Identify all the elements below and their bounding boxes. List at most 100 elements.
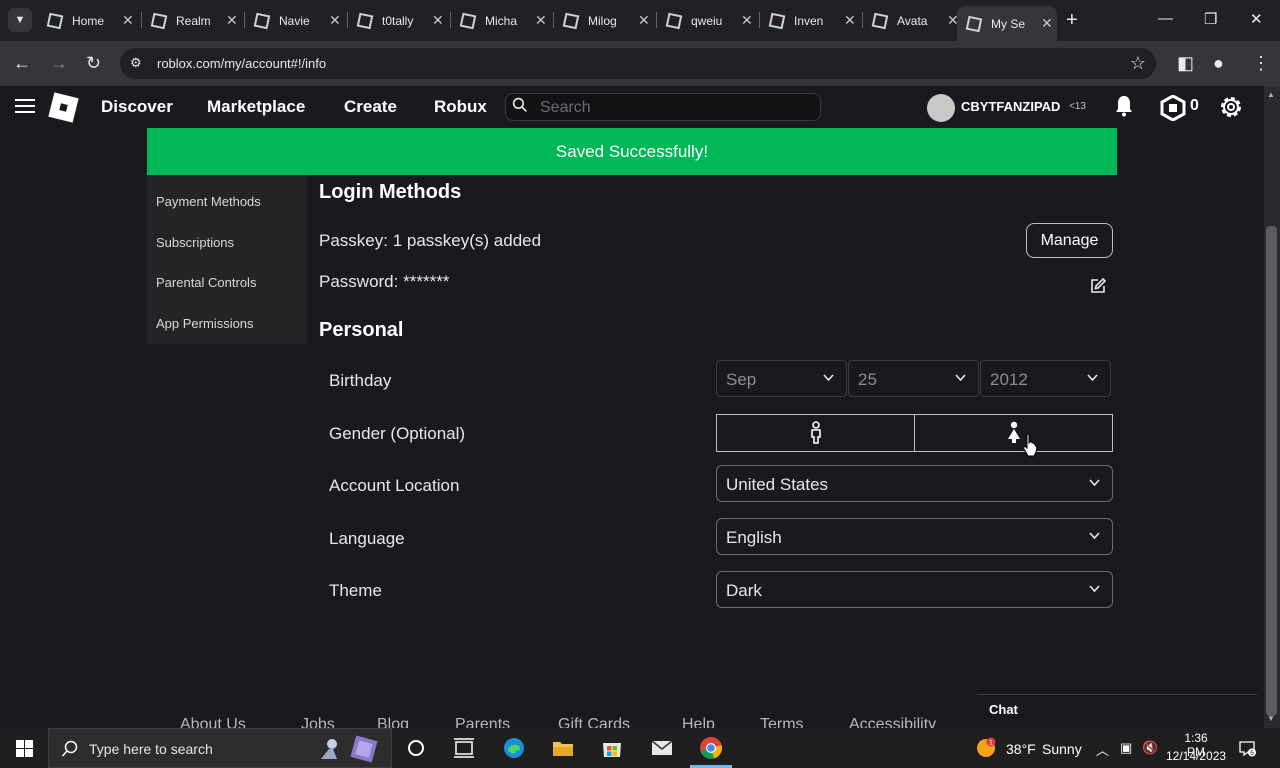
meet-now-icon[interactable]: ▣ xyxy=(1120,740,1132,756)
tab-title: My Se xyxy=(991,16,1026,31)
theme-select[interactable]: Dark xyxy=(716,571,1113,608)
browser-tab[interactable]: qweiu ✕ xyxy=(657,6,753,35)
close-icon[interactable]: ✕ xyxy=(432,12,444,29)
restore-icon[interactable]: ❐ xyxy=(1204,10,1217,28)
tray-chevron-up-icon[interactable]: ︿ xyxy=(1096,740,1109,759)
robux-icon[interactable] xyxy=(1160,95,1186,121)
tab-search-button[interactable]: ▼ xyxy=(8,8,32,32)
speaker-muted-icon[interactable]: 🔇 xyxy=(1142,740,1158,756)
back-arrow-icon[interactable]: ← xyxy=(13,53,31,74)
close-icon[interactable]: ✕ xyxy=(741,12,753,29)
tab-title: qweiu xyxy=(691,13,723,28)
gender-selector xyxy=(716,414,1113,452)
theme-label: Theme xyxy=(329,581,382,600)
close-icon[interactable]: ✕ xyxy=(122,12,134,29)
browser-tab[interactable]: Home ✕ xyxy=(38,6,134,35)
mail-icon[interactable] xyxy=(650,736,674,760)
birth-day-value: 25 xyxy=(858,370,877,389)
new-tab-plus-icon[interactable]: + xyxy=(1066,9,1078,32)
profile-icon[interactable]: ● xyxy=(1213,53,1224,74)
tab-title: Realm xyxy=(176,13,211,28)
url-text[interactable]: roblox.com/my/account#!/info xyxy=(157,56,326,71)
browser-tab[interactable]: Inven ✕ xyxy=(760,6,856,35)
scroll-down-icon[interactable]: ▼ xyxy=(1267,714,1275,723)
gender-female-button[interactable] xyxy=(915,415,1112,451)
birth-year-select[interactable]: 2012 xyxy=(980,360,1111,397)
edge-browser-icon[interactable] xyxy=(502,736,526,760)
close-icon[interactable]: ✕ xyxy=(844,12,856,29)
hamburger-menu-icon[interactable] xyxy=(15,99,35,114)
minimize-icon[interactable]: — xyxy=(1158,10,1173,27)
close-icon[interactable]: ✕ xyxy=(638,12,650,29)
microsoft-store-icon[interactable] xyxy=(600,736,624,760)
scroll-up-icon[interactable]: ▲ xyxy=(1267,90,1275,99)
weather-temperature[interactable]: 38°F xyxy=(1006,741,1036,757)
language-label: Language xyxy=(329,529,405,548)
roblox-favicon-icon xyxy=(459,12,477,29)
roblox-logo-icon[interactable] xyxy=(48,92,79,123)
taskbar-search-input[interactable]: Type here to search xyxy=(48,728,392,768)
side-item-subscriptions[interactable]: Subscriptions xyxy=(156,235,234,250)
address-bar[interactable]: ⚙ roblox.com/my/account#!/info ☆ xyxy=(120,48,1156,79)
nav-marketplace[interactable]: Marketplace xyxy=(207,97,305,117)
scrollbar-thumb[interactable] xyxy=(1266,226,1277,716)
chevron-down-icon xyxy=(1087,374,1098,381)
language-select[interactable]: English xyxy=(716,518,1113,555)
weather-condition[interactable]: Sunny xyxy=(1042,741,1082,757)
notification-bell-icon[interactable] xyxy=(1112,94,1136,118)
browser-tab[interactable]: Avata ✕ xyxy=(863,6,959,35)
tab-title: Milog xyxy=(588,13,617,28)
male-person-icon xyxy=(811,421,821,444)
close-icon[interactable]: ✕ xyxy=(1041,15,1053,32)
birth-day-select[interactable]: 25 xyxy=(848,360,979,397)
reload-icon[interactable]: ↻ xyxy=(86,53,101,74)
chevron-down-icon: ▼ xyxy=(14,14,26,26)
avatar[interactable] xyxy=(927,94,955,122)
browser-tab[interactable]: Micha ✕ xyxy=(451,6,547,35)
settings-side-menu: Payment Methods Subscriptions Parental C… xyxy=(147,175,307,344)
site-settings-icon[interactable]: ⚙ xyxy=(130,55,142,71)
side-item-parental-controls[interactable]: Parental Controls xyxy=(156,275,256,290)
window-close-icon[interactable]: ✕ xyxy=(1250,10,1263,28)
weather-sun-icon[interactable]: 1 xyxy=(975,737,997,759)
side-item-payment-methods[interactable]: Payment Methods xyxy=(156,194,261,209)
browser-tab[interactable]: Milog ✕ xyxy=(554,6,650,35)
birth-year-value: 2012 xyxy=(990,370,1028,389)
forward-arrow-icon[interactable]: → xyxy=(50,53,68,74)
nav-discover[interactable]: Discover xyxy=(101,97,173,117)
bookmark-star-icon[interactable]: ☆ xyxy=(1130,53,1146,74)
tab-title: Navie xyxy=(279,13,310,28)
close-icon[interactable]: ✕ xyxy=(226,12,238,29)
manage-passkey-button[interactable]: Manage xyxy=(1026,223,1113,258)
windows-start-icon[interactable] xyxy=(16,740,33,757)
nav-create[interactable]: Create xyxy=(344,97,397,117)
task-view-icon[interactable] xyxy=(452,736,476,760)
browser-tab[interactable]: Realm ✕ xyxy=(142,6,238,35)
file-explorer-icon[interactable] xyxy=(551,736,575,760)
side-panel-icon[interactable]: ◧ xyxy=(1177,53,1194,74)
edit-password-icon[interactable] xyxy=(1089,277,1107,295)
chat-panel[interactable]: Chat xyxy=(977,694,1257,728)
close-icon[interactable]: ✕ xyxy=(329,12,341,29)
nav-robux[interactable]: Robux xyxy=(434,97,487,117)
cortana-circle-icon[interactable] xyxy=(404,736,428,760)
account-location-select[interactable]: United States xyxy=(716,465,1113,502)
settings-gear-icon[interactable] xyxy=(1218,94,1244,120)
roblox-favicon-icon xyxy=(871,12,889,29)
browser-tab[interactable]: t0tally ✕ xyxy=(348,6,444,35)
username-label[interactable]: CBYTFANZIPAD xyxy=(961,99,1060,114)
clock-date[interactable]: 12/14/2023 xyxy=(1166,749,1226,763)
browser-tab-active[interactable]: My Se ✕ xyxy=(957,6,1057,41)
more-menu-icon[interactable]: ⋮ xyxy=(1252,53,1270,74)
close-icon[interactable]: ✕ xyxy=(535,12,547,29)
page-scrollbar[interactable]: ▲ ▼ xyxy=(1264,86,1280,728)
search-highlight-illustration-icon xyxy=(321,735,378,763)
chrome-browser-icon[interactable] xyxy=(699,736,723,760)
side-item-app-permissions[interactable]: App Permissions xyxy=(156,316,254,331)
notification-center-icon[interactable]: 5 xyxy=(1238,739,1256,757)
browser-tab[interactable]: Navie ✕ xyxy=(245,6,341,35)
gender-male-button[interactable] xyxy=(717,415,914,451)
robux-count[interactable]: 0 xyxy=(1190,97,1199,115)
birth-month-select[interactable]: Sep xyxy=(716,360,847,397)
search-input[interactable]: Search xyxy=(505,93,821,121)
